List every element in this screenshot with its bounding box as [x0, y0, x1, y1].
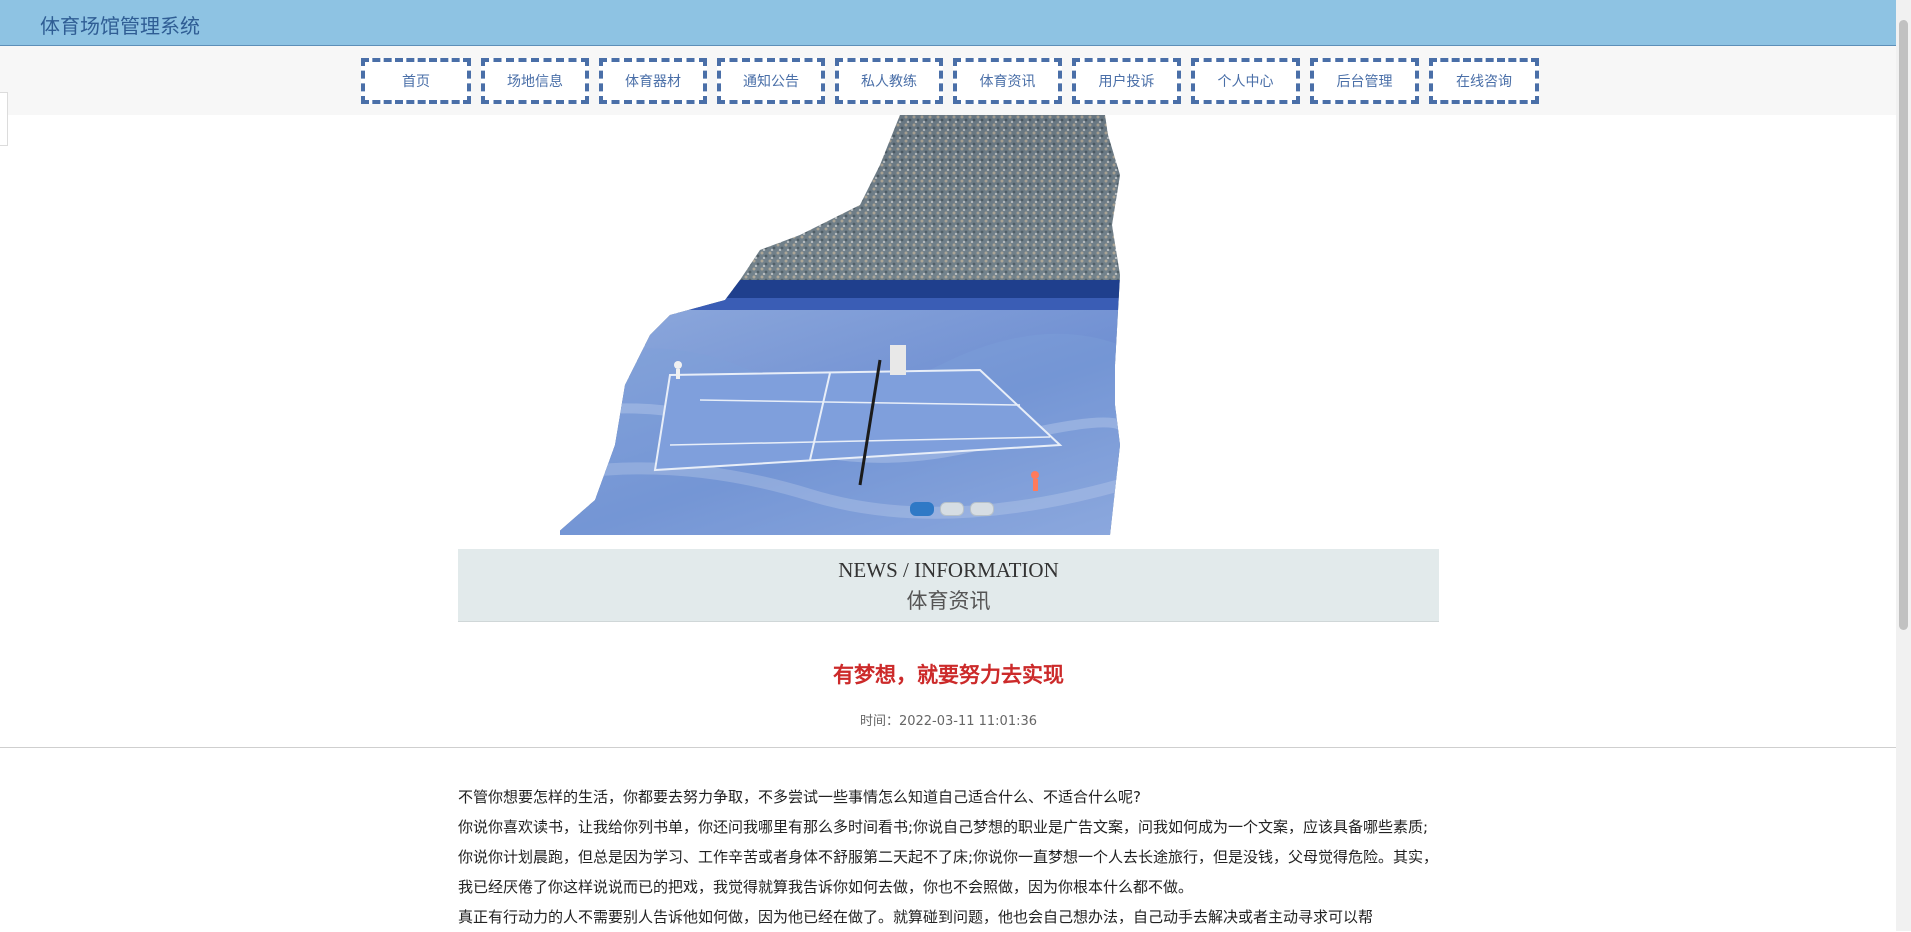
article-meta: 时间：2022-03-11 11:01:36	[859, 714, 1038, 729]
section-title-cn: 体育资讯	[906, 589, 991, 613]
nav-item-sports-news[interactable]: 体育资讯	[953, 58, 1062, 104]
nav-item-equipment[interactable]: 体育器材	[599, 58, 707, 104]
top-header-bar: 体育场馆管理系统	[0, 0, 1896, 46]
divider	[0, 747, 1896, 748]
article-title: 有梦想，就要努力去实现	[833, 663, 1064, 687]
nav-item-personal-trainers[interactable]: 私人教练	[835, 58, 943, 104]
nav-list: 首页 场地信息 体育器材 通知公告 私人教练 体育资讯 用户投诉 个人中心 后台…	[361, 58, 1539, 104]
nav-item-user-complaints[interactable]: 用户投诉	[1072, 58, 1181, 104]
section-header: NEWS / INFORMATION 体育资讯	[458, 549, 1439, 622]
carousel-indicators	[910, 502, 994, 516]
carousel-dot-3[interactable]	[970, 502, 994, 516]
article-paragraph-1: 不管你想要怎样的生活，你都要去努力争取，不多尝试一些事情怎么知道自己适合什么、不…	[458, 788, 1141, 806]
side-collapse-tab[interactable]	[0, 92, 8, 146]
article-paragraph-3: 真正有行动力的人不需要别人告诉他如何做，因为他已经在做了。就算碰到问题，他也会自…	[458, 908, 1374, 926]
carousel-banner[interactable]	[560, 115, 1260, 535]
nav-item-online-consult[interactable]: 在线咨询	[1429, 58, 1539, 104]
carousel-dot-1[interactable]	[910, 502, 934, 516]
article-paragraph-2: 你说你喜欢读书，让我给你列书单，你还问我哪里有那么多时间看书;你说自己梦想的职业…	[458, 818, 1439, 896]
nav-item-admin[interactable]: 后台管理	[1310, 58, 1419, 104]
carousel-dot-2[interactable]	[940, 502, 964, 516]
vertical-scrollbar[interactable]	[1896, 0, 1911, 931]
nav-item-personal-center[interactable]: 个人中心	[1191, 58, 1300, 104]
section-title-en: NEWS / INFORMATION	[838, 558, 1059, 582]
tennis-stadium-image	[560, 115, 1120, 535]
article-body: 不管你想要怎样的生活，你都要去努力争取，不多尝试一些事情怎么知道自己适合什么、不…	[458, 782, 1439, 932]
app-title[interactable]: 体育场馆管理系统	[40, 10, 200, 39]
nav-item-announcements[interactable]: 通知公告	[717, 58, 825, 104]
scrollbar-thumb[interactable]	[1899, 20, 1908, 630]
nav-item-home[interactable]: 首页	[361, 58, 471, 104]
nav-item-venues[interactable]: 场地信息	[481, 58, 589, 104]
main-navigation: 首页 场地信息 体育器材 通知公告 私人教练 体育资讯 用户投诉 个人中心 后台…	[0, 46, 1896, 115]
